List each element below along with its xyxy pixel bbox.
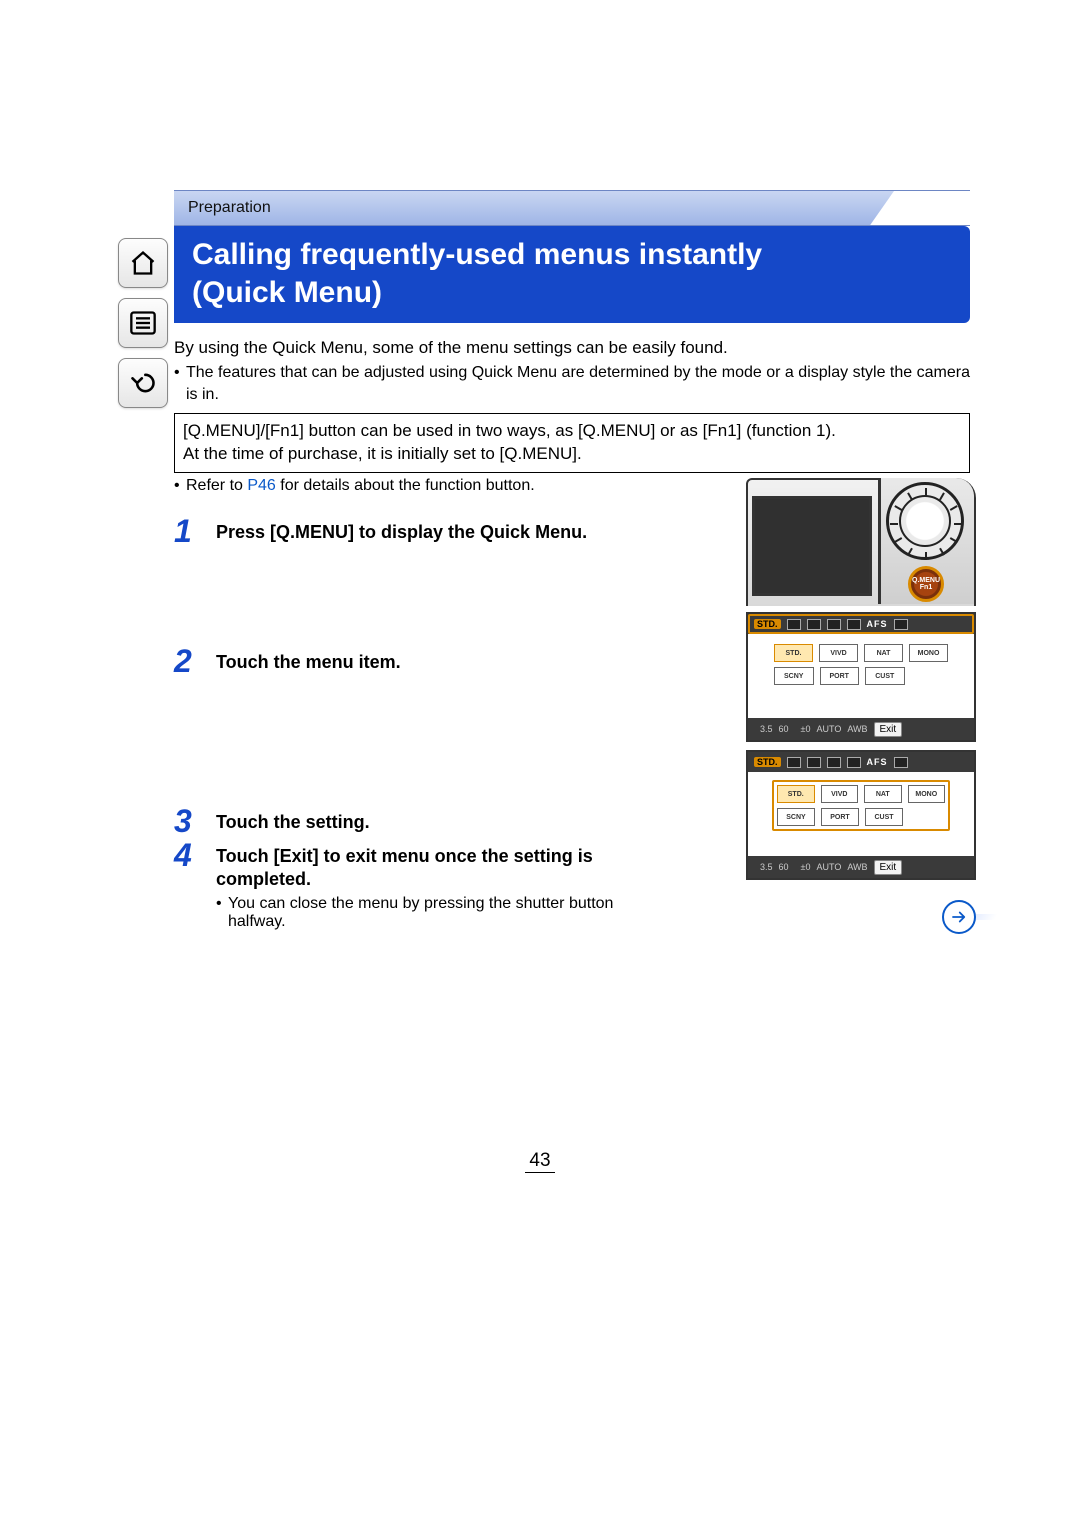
continue-button[interactable]: [942, 900, 976, 934]
flash-icon: [787, 619, 801, 630]
illustration-camera: Q.MENU Fn1: [746, 478, 976, 606]
page-title-line2: (Quick Menu): [192, 274, 952, 312]
format-icon-2: [807, 757, 821, 768]
ev-value: ±0: [801, 724, 811, 734]
iso-value-2: AUTO: [816, 862, 841, 872]
intro-text: By using the Quick Menu, some of the men…: [174, 337, 970, 360]
intro-bullet: The features that can be adjusted using …: [174, 362, 970, 405]
step-3-text: Touch the setting.: [216, 805, 370, 837]
back-arrow-icon: [129, 369, 157, 397]
nav-back-button[interactable]: [118, 358, 168, 408]
step-1-text: Press [Q.MENU] to display the Quick Menu…: [216, 515, 587, 643]
nav-menu-button[interactable]: [118, 298, 168, 348]
opt-vivd: VIVD: [819, 644, 858, 662]
opt-cust-2: CUST: [865, 808, 903, 826]
lcd-options: STD. VIVD NAT MONO SCNY PORT CUST: [774, 644, 948, 685]
page-number-value: 43: [525, 1150, 555, 1173]
step-3-number: 3: [174, 805, 202, 837]
lcd-top-bar-2: STD. AFS: [748, 752, 974, 772]
info-box-line1: [Q.MENU]/[Fn1] button can be used in two…: [183, 420, 961, 443]
reference-link[interactable]: P46: [247, 477, 275, 494]
awb-value: AWB: [847, 724, 867, 734]
step-4-number: 4: [174, 839, 202, 932]
arrow-right-icon: [950, 908, 968, 926]
opt-scny-2: SCNY: [777, 808, 815, 826]
opt-std: STD.: [774, 644, 813, 662]
mode-dial-icon: [886, 482, 964, 560]
page-title: Calling frequently-used menus instantly …: [174, 226, 970, 323]
shutter-value-2: 60: [779, 862, 789, 872]
step-1-number: 1: [174, 515, 202, 643]
step-4-text: Touch [Exit] to exit menu once the setti…: [216, 839, 616, 892]
photo-style-chip-2: STD.: [754, 757, 781, 767]
step-2-text: Touch the menu item.: [216, 645, 401, 803]
opt-cust: CUST: [865, 667, 905, 685]
opt-vivd-2: VIVD: [821, 785, 859, 803]
nav-home-button[interactable]: [118, 238, 168, 288]
aperture-value-2: 3.5: [760, 862, 773, 872]
opt-port-2: PORT: [821, 808, 859, 826]
home-icon: [129, 249, 157, 277]
opt-nat: NAT: [864, 644, 903, 662]
opt-mono: MONO: [909, 644, 948, 662]
flash-icon-2: [787, 757, 801, 768]
lcd-bottom-bar: 3.5 60 ±0 AUTO AWB Exit: [748, 718, 974, 740]
reference-suffix: for details about the function button.: [276, 477, 535, 494]
breadcrumb-text: Preparation: [188, 199, 271, 217]
lcd-top-bar: STD. AFS: [748, 614, 974, 634]
page-number: 43: [0, 1150, 1080, 1173]
exit-button-1: Exit: [874, 722, 903, 737]
ev-value-2: ±0: [801, 862, 811, 872]
lcd-bottom-bar-2: 3.5 60 ±0 AUTO AWB Exit: [748, 856, 974, 878]
qmenu-label: Q.MENU: [912, 577, 940, 584]
size-icon-2: [827, 757, 841, 768]
meter-icon: [894, 619, 908, 630]
info-box: [Q.MENU]/[Fn1] button can be used in two…: [174, 413, 970, 473]
afs-label-2: AFS: [867, 757, 888, 767]
afs-label: AFS: [867, 619, 888, 629]
size-icon: [827, 619, 841, 630]
page-title-line1: Calling frequently-used menus instantly: [192, 236, 952, 274]
aperture-value: 3.5: [760, 724, 773, 734]
step-2-number: 2: [174, 645, 202, 803]
fn1-label: Fn1: [920, 584, 932, 591]
breadcrumb: Preparation: [174, 190, 970, 226]
exit-button-2: Exit: [874, 860, 903, 875]
meter-icon-2: [894, 757, 908, 768]
opt-std-2: STD.: [777, 785, 815, 803]
info-box-line2: At the time of purchase, it is initially…: [183, 443, 961, 466]
reference-prefix: Refer to: [186, 477, 247, 494]
format-icon: [807, 619, 821, 630]
opt-port: PORT: [820, 667, 860, 685]
awb-value-2: AWB: [847, 862, 867, 872]
menu-lines-icon: [129, 309, 157, 337]
quality-icon-2: [847, 757, 861, 768]
photo-style-chip: STD.: [754, 619, 781, 629]
illustration-screen-2: STD. AFS STD. VIVD NAT MONO SCNY PORT: [746, 750, 976, 880]
lcd-options-highlight: STD. VIVD NAT MONO SCNY PORT CUST: [772, 780, 950, 831]
opt-nat-2: NAT: [864, 785, 902, 803]
iso-value: AUTO: [816, 724, 841, 734]
quality-icon: [847, 619, 861, 630]
opt-mono-2: MONO: [908, 785, 946, 803]
shutter-value: 60: [779, 724, 789, 734]
opt-scny: SCNY: [774, 667, 814, 685]
step-4-subtext: You can close the menu by pressing the s…: [216, 895, 616, 931]
illustration-screen-1: STD. AFS STD. VIVD NAT MONO SCNY PORT: [746, 612, 976, 742]
qmenu-fn1-button-icon: Q.MENU Fn1: [908, 566, 944, 602]
